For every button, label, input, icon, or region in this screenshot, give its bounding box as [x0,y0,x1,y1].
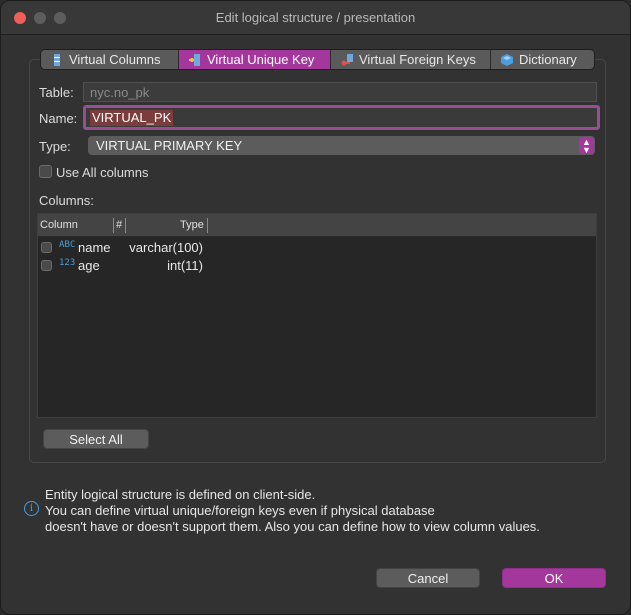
ok-button[interactable]: OK [502,568,606,588]
info-text: Entity logical structure is defined on c… [45,487,605,535]
string-type-icon: ABC [59,240,76,250]
row-checkbox[interactable] [41,260,52,271]
tab-label: Virtual Foreign Keys [359,52,476,67]
header-column[interactable]: Column [40,219,78,231]
column-type: varchar(100) [129,240,203,255]
tab-label: Dictionary [519,52,577,67]
info-line: Entity logical structure is defined on c… [45,487,316,502]
name-value: VIRTUAL_PK [90,110,174,126]
tab-virtual-columns[interactable]: Virtual Columns [41,50,179,69]
cancel-button[interactable]: Cancel [376,568,480,588]
unique-key-icon [189,53,200,66]
name-input[interactable]: VIRTUAL_PK [83,105,600,130]
tab-virtual-unique-key[interactable]: Virtual Unique Key [179,50,331,69]
name-label: Name: [39,111,78,126]
header-divider [125,218,126,233]
table-label: Table: [39,85,74,100]
use-all-columns-checkbox[interactable] [39,165,52,178]
table-value: nyc.no_pk [90,84,150,100]
use-all-columns-label: Use All columns [56,165,149,180]
title-bar: Edit logical structure / presentation [1,1,630,35]
table-header: Column # Type [38,214,596,237]
header-divider [207,218,208,233]
foreign-keys-icon [341,53,353,65]
tab-label: Virtual Columns [69,52,161,67]
header-type[interactable]: Type [180,219,204,231]
virtual-columns-icon [54,53,60,66]
column-name: age [78,258,100,273]
info-icon: i [24,501,39,516]
number-type-icon: 123 [59,258,76,268]
select-all-button[interactable]: Select All [43,429,149,449]
window-title: Edit logical structure / presentation [215,10,416,25]
dialog-window: Edit logical structure / presentation Vi… [0,0,631,615]
table-row[interactable]: ABC name varchar(100) [38,239,596,257]
column-type: int(11) [167,258,203,273]
info-line: You can define virtual unique/foreign ke… [45,503,435,518]
type-select[interactable]: VIRTUAL PRIMARY KEY ▲ ▼ [88,136,595,155]
columns-table: Column # Type ABC name varchar(100) 123 … [37,213,597,418]
columns-label: Columns: [39,193,94,208]
select-arrows-icon: ▲ ▼ [579,137,594,155]
row-checkbox[interactable] [41,242,52,253]
tab-label: Virtual Unique Key [207,52,315,67]
header-divider [113,218,114,233]
dictionary-icon [501,53,513,66]
tab-dictionary[interactable]: Dictionary [491,50,594,69]
column-name: name [78,240,111,255]
table-field: nyc.no_pk [83,82,597,102]
tab-virtual-foreign-keys[interactable]: Virtual Foreign Keys [331,50,491,69]
type-label: Type: [39,139,71,154]
header-num[interactable]: # [116,219,122,231]
info-line: doesn't have or doesn't support them. Al… [45,519,540,534]
table-row[interactable]: 123 age int(11) [38,257,596,275]
tab-bar: Virtual Columns Virtual Unique Key Virtu… [40,49,595,70]
type-value: VIRTUAL PRIMARY KEY [96,138,243,153]
